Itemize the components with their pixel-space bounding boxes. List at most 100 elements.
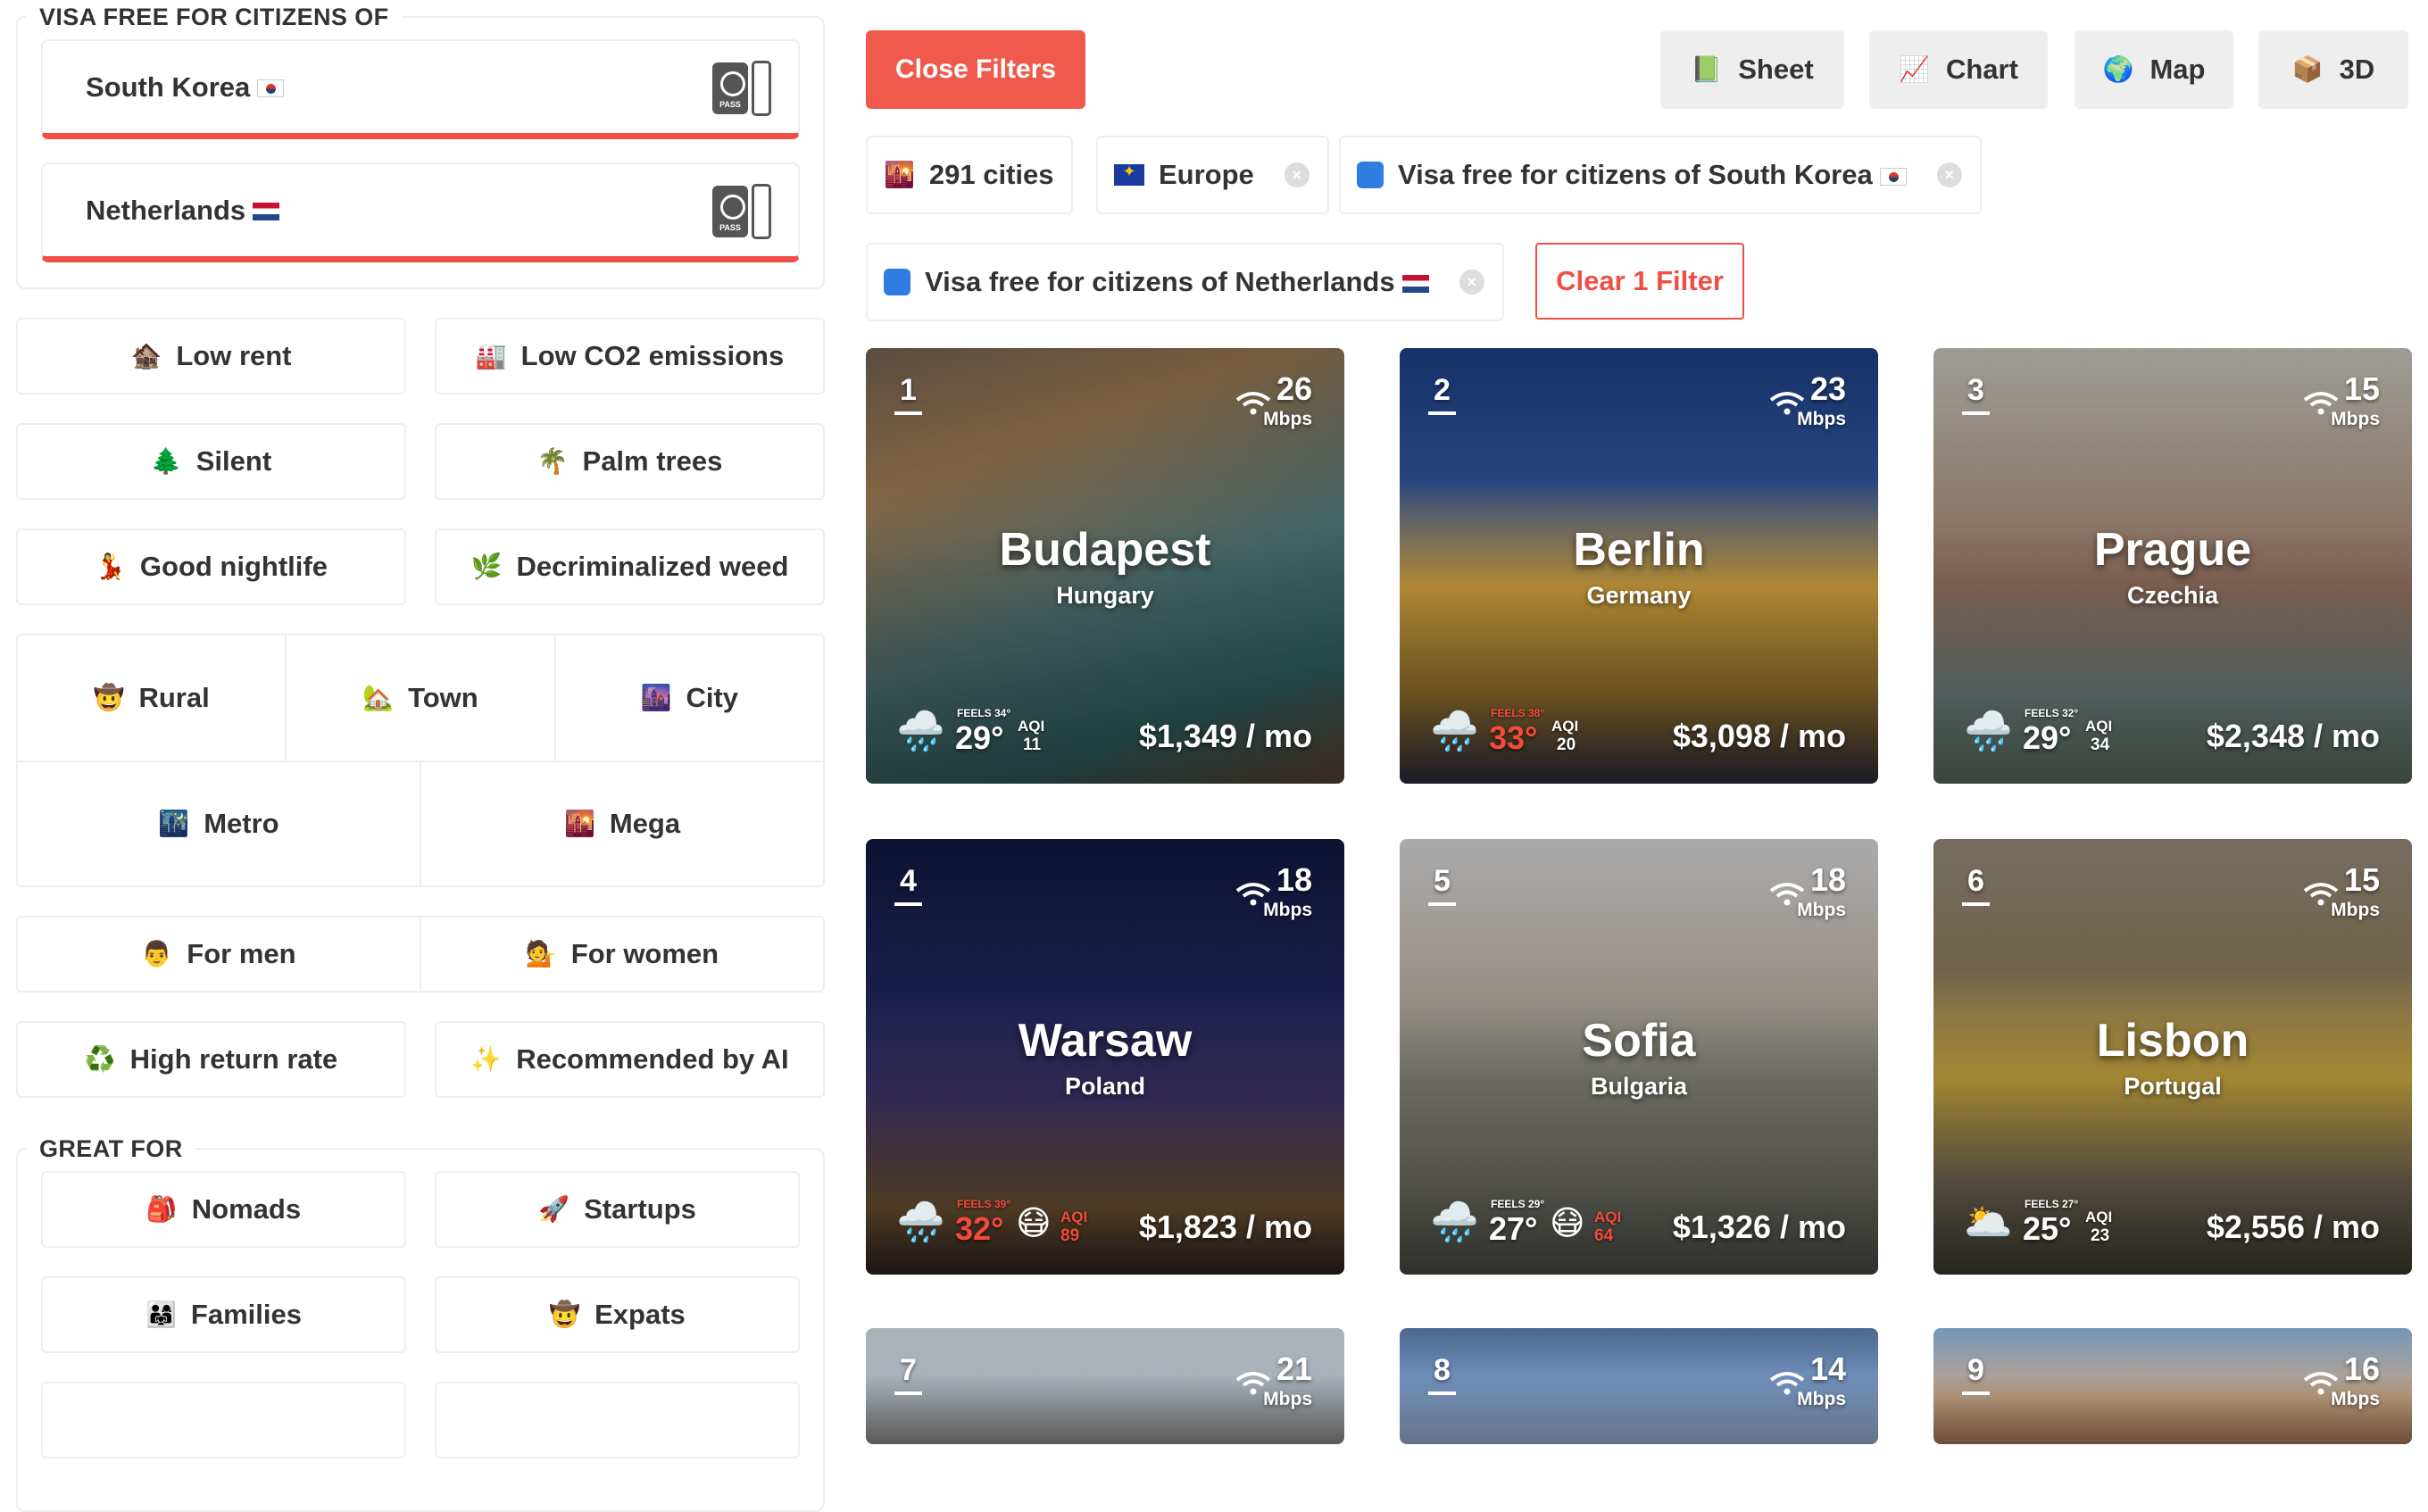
rain-cloud-icon: 🌧️ (1430, 710, 1479, 753)
aqi-label: AQI (2085, 718, 2113, 735)
filters-sidebar: VISA FREE FOR CITIZENS OF South Korea PA… (16, 4, 825, 1512)
city-filter[interactable]: 🌆 City (553, 636, 823, 760)
cowboy-icon: 🤠 (549, 1300, 581, 1328)
expats-filter[interactable]: 🤠 Expats (435, 1276, 800, 1353)
woman-icon: 💁 (525, 940, 557, 968)
remove-chip-icon[interactable]: × (1936, 162, 1962, 187)
country-name: Czechia (2126, 582, 2219, 609)
city-card-9[interactable]: 9 16 Mbps (1933, 1328, 2412, 1444)
aqi-value: 64 (1594, 1226, 1614, 1245)
chart-view-button[interactable]: 📈 Chart (1869, 30, 2048, 109)
internet-speed: 26 Mbps (1263, 370, 1312, 430)
rain-cloud-icon: 🌧️ (896, 1200, 945, 1244)
low-co2-filter[interactable]: 🏭 Low CO2 emissions (435, 318, 825, 395)
passport-control-icon (884, 269, 910, 295)
rain-cloud-icon: 🌧️ (896, 710, 945, 753)
visa-kr-chip[interactable]: Visa free for citizens of South Korea × (1339, 136, 1982, 214)
internet-speed: 16 Mbps (2331, 1350, 2380, 1410)
high-return-filter[interactable]: ♻️ High return rate (16, 1021, 406, 1098)
city-rank: 2 (1428, 373, 1456, 415)
city-rank: 7 (894, 1353, 922, 1395)
clear-filters-button[interactable]: Clear 1 Filter (1535, 243, 1744, 320)
silent-filter[interactable]: 🌲 Silent (16, 423, 406, 500)
family-icon: 👨‍👩‍👧 (146, 1300, 177, 1328)
gender-filter: 👨 For men 💁 For women (16, 916, 825, 993)
remove-chip-icon[interactable]: × (1459, 270, 1484, 295)
3d-view-button[interactable]: 📦 3D (2258, 30, 2408, 109)
visa-nl-chip[interactable]: Visa free for citizens of Netherlands × (866, 243, 1504, 321)
filter-row (41, 1382, 800, 1458)
box-icon: 📦 (2291, 55, 2324, 83)
internet-speed: 18 Mbps (1797, 861, 1846, 921)
city-card-lisbon[interactable]: 6 15 Mbps Lisbon Portugal 🌥️ FEELS 27° 25… (1933, 839, 2412, 1275)
feels-like: FEELS 32° (2025, 707, 2079, 719)
for-women-filter[interactable]: 💁 For women (420, 918, 823, 991)
city-name: Budapest (999, 524, 1211, 576)
aqi-label: AQI (2085, 1209, 2113, 1225)
close-filters-button[interactable]: Close Filters (866, 30, 1085, 109)
mega-filter[interactable]: 🌇 Mega (420, 762, 823, 885)
more-filter[interactable] (435, 1382, 800, 1458)
city-card-budapest[interactable]: 1 26 Mbps Budapest Hungary 🌧️ FEELS 34° 2… (866, 348, 1344, 784)
filter-row: ♻️ High return rate ✨ Recommended by AI (16, 1021, 825, 1098)
tree-icon: 🌲 (150, 447, 182, 475)
nightlife-filter[interactable]: 💃 Good nightlife (16, 528, 406, 605)
internet-speed: 23 Mbps (1797, 370, 1846, 430)
map-view-button[interactable]: 🌍 Map (2075, 30, 2233, 109)
metro-filter[interactable]: 🌃 Metro (18, 762, 420, 885)
weed-filter[interactable]: 🌿 Decriminalized weed (435, 528, 825, 605)
sheet-view-button[interactable]: 📗 Sheet (1660, 30, 1844, 109)
city-card-warsaw[interactable]: 4 18 Mbps Warsaw Poland 🌧️ FEELS 39° 32° … (866, 839, 1344, 1275)
city-name: Prague (2093, 524, 2252, 576)
city-name: Lisbon (2096, 1015, 2249, 1067)
city-card-8[interactable]: 8 14 Mbps (1400, 1328, 1878, 1444)
temperature: 27° (1489, 1210, 1538, 1247)
rural-filter[interactable]: 🤠 Rural (18, 636, 285, 760)
aqi-label: AQI (1018, 718, 1045, 735)
sunset-city-icon: 🌇 (884, 161, 915, 188)
great-for-fieldset: GREAT FOR 🎒 Nomads 🚀 Startups 👨‍👩‍👧 Familie… (16, 1135, 825, 1512)
recommended-ai-filter[interactable]: ✨ Recommended by AI (435, 1021, 825, 1098)
visa-country-select-south-korea[interactable]: South Korea PASS (41, 39, 800, 139)
startups-filter[interactable]: 🚀 Startups (435, 1171, 800, 1248)
netherlands-flag-icon (1401, 274, 1429, 293)
internet-speed: 18 Mbps (1263, 861, 1312, 921)
filter-row: 🌲 Silent 🌴 Palm trees (16, 423, 825, 500)
visa-free-fieldset: VISA FREE FOR CITIZENS OF South Korea PA… (16, 4, 825, 289)
city-card-sofia[interactable]: 5 18 Mbps Sofia Bulgaria 🌧️ FEELS 29° 27°… (1400, 839, 1878, 1275)
feels-like: FEELS 27° (2025, 1198, 2079, 1210)
remove-chip-icon[interactable]: × (1284, 162, 1310, 187)
rain-cloud-icon: 🌧️ (1430, 1200, 1479, 1244)
city-rank: 9 (1962, 1353, 1990, 1395)
internet-speed: 15 Mbps (2331, 861, 2380, 921)
house-icon: 🏚️ (130, 342, 162, 370)
visa-country-select-netherlands[interactable]: Netherlands PASS (41, 162, 800, 262)
sunset-city-icon: 🌇 (563, 810, 595, 837)
aqi-value: 89 (1060, 1226, 1080, 1245)
cost-of-living: $2,556 / mo (2206, 1209, 2380, 1245)
palm-trees-filter[interactable]: 🌴 Palm trees (435, 423, 825, 500)
face-mask-icon: 😷 (1550, 1205, 1585, 1242)
cost-of-living: $3,098 / mo (1672, 718, 1846, 754)
for-men-filter[interactable]: 👨 For men (18, 918, 420, 991)
families-filter[interactable]: 👨‍👩‍👧 Families (41, 1276, 406, 1353)
nomads-filter[interactable]: 🎒 Nomads (41, 1171, 406, 1248)
city-rank: 5 (1428, 864, 1456, 906)
city-count-chip: 🌇 291 cities (866, 136, 1074, 214)
city-card-prague[interactable]: 3 15 Mbps Prague Czechia 🌧️ FEELS 32° 29°… (1933, 348, 2412, 784)
filter-row: 🏚️ Low rent 🏭 Low CO2 emissions (16, 318, 825, 395)
cityscape-icon: 🌆 (640, 684, 672, 711)
city-size-filter: 🤠 Rural 🏡 Town 🌆 City 🌃 Metro 🌇 Mega (16, 634, 825, 887)
city-card-7[interactable]: 7 21 Mbps (866, 1328, 1344, 1444)
cowboy-icon: 🤠 (93, 684, 125, 711)
city-name: Berlin (1573, 524, 1705, 576)
city-rank: 1 (894, 373, 922, 415)
town-filter[interactable]: 🏡 Town (285, 636, 553, 760)
region-chip[interactable]: Europe × (1096, 136, 1329, 214)
low-rent-filter[interactable]: 🏚️ Low rent (16, 318, 406, 395)
more-filter[interactable] (41, 1382, 406, 1458)
passport-icon: PASS (712, 184, 773, 241)
globe-icon: 🌍 (2102, 55, 2134, 83)
city-card-berlin[interactable]: 2 23 Mbps Berlin Germany 🌧️ FEELS 38° 33°… (1400, 348, 1878, 784)
feels-like: FEELS 39° (957, 1198, 1011, 1210)
